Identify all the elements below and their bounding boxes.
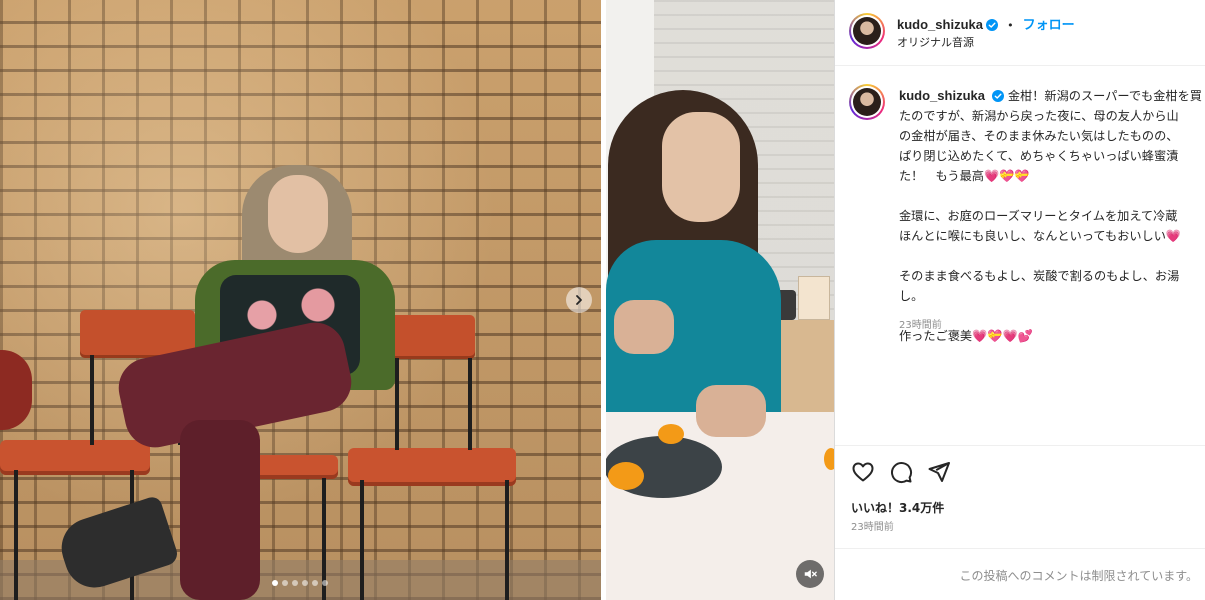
kumquat (824, 448, 834, 470)
carousel-dots (272, 580, 328, 586)
avatar[interactable] (849, 13, 885, 49)
follow-button[interactable]: フォロー (1023, 17, 1075, 32)
post-date: 23時間前 (851, 522, 894, 533)
carousel-dot (282, 580, 288, 586)
caption-username[interactable]: kudo_shizuka (899, 88, 985, 103)
comment-icon[interactable] (889, 460, 913, 484)
verified-badge-icon (985, 19, 998, 31)
heart-icon[interactable] (851, 460, 875, 484)
header-username[interactable]: kudo_shizuka (897, 17, 983, 32)
kumquat (658, 424, 684, 444)
carousel-dot (322, 580, 328, 586)
mute-toggle-button[interactable] (796, 560, 824, 588)
likes-count[interactable]: いいね！3.4万件 (851, 499, 944, 516)
carousel-dot (272, 580, 278, 586)
woman-face (662, 112, 740, 222)
video-player[interactable] (606, 0, 834, 600)
caption-timestamp: 23時間前 (899, 320, 942, 331)
kumquat (608, 462, 644, 490)
photo-carousel[interactable] (0, 0, 601, 600)
post-details-panel: kudo_shizuka • フォロー オリジナル音源 kudo_shizuka… (834, 0, 1205, 600)
comments-disabled-notice: この投稿へのコメントは制限されています。 (835, 548, 1205, 600)
post-actions: いいね！3.4万件 23時間前 (835, 445, 1205, 545)
chevron-right-icon (576, 295, 582, 305)
carousel-dot (302, 580, 308, 586)
carousel-dot (292, 580, 298, 586)
speaker-muted-icon (804, 569, 817, 579)
carousel-dot (312, 580, 318, 586)
send-icon[interactable] (927, 460, 951, 484)
audio-label[interactable]: オリジナル音源 (897, 34, 974, 50)
post-header: kudo_shizuka • フォロー オリジナル音源 (835, 0, 1205, 66)
caption-text: kudo_shizuka 金柑！新潟のスーパーでも金柑を買 たのですが、新潟から… (899, 86, 1205, 346)
separator-dot: • (1007, 19, 1014, 32)
caption-avatar[interactable] (849, 84, 885, 120)
caption-block: kudo_shizuka 金柑！新潟のスーパーでも金柑を買 たのですが、新潟から… (835, 76, 1205, 436)
carousel-next-button[interactable] (566, 287, 592, 313)
caption-body: 金柑！新潟のスーパーでも金柑を買 たのですが、新潟から戻った夜に、母の友人から山… (899, 89, 1202, 343)
verified-badge-icon (991, 90, 1004, 102)
